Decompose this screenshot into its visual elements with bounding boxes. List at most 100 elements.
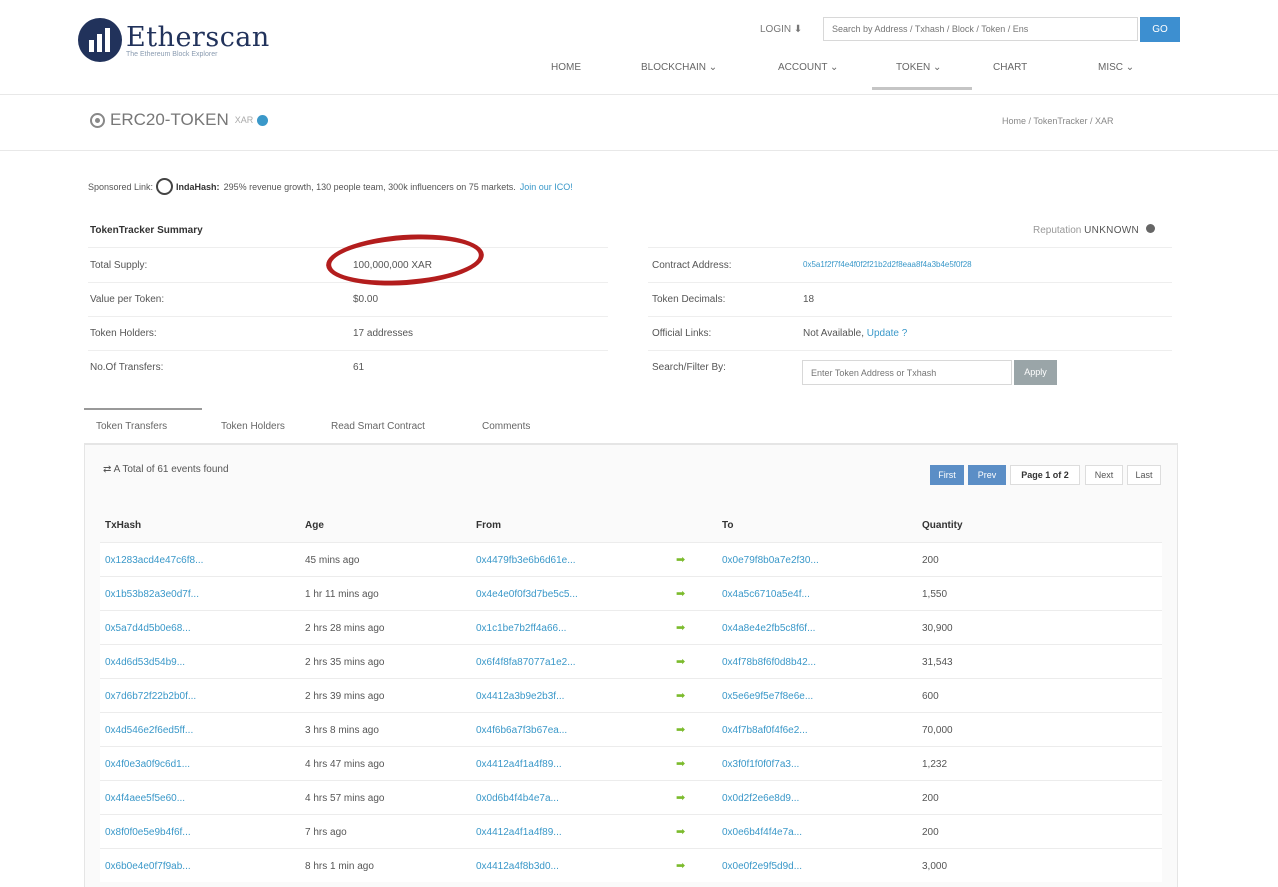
tx-hash-link[interactable]: 0x1283acd4e47c6f8... bbox=[105, 555, 203, 566]
search-input[interactable] bbox=[823, 17, 1138, 41]
divider bbox=[648, 282, 1172, 283]
summary-title: TokenTracker Summary bbox=[90, 225, 203, 236]
tx-hash-link[interactable]: 0x8f0f0e5e9b4f6f... bbox=[105, 827, 191, 838]
sponsor-text: 295% revenue growth, 130 people team, 30… bbox=[223, 181, 516, 192]
official-links-value: Not Available, Update ? bbox=[803, 328, 907, 339]
table-row: 0x4f4aee5f5e60... 4 hrs 57 mins ago 0x0d… bbox=[100, 780, 1162, 814]
transfer-arrow-icon: ➡ bbox=[676, 758, 686, 770]
tx-hash-link[interactable]: 0x1b53b82a3e0d7f... bbox=[105, 589, 199, 600]
value-per-token-label: Value per Token: bbox=[90, 294, 165, 305]
tx-age: 8 hrs 1 min ago bbox=[305, 861, 374, 872]
quantity: 200 bbox=[922, 827, 939, 838]
from-address-link[interactable]: 0x4e4e0f0f3d7be5c5... bbox=[476, 589, 578, 600]
tx-age: 4 hrs 47 mins ago bbox=[305, 759, 385, 770]
first-page-button[interactable]: First bbox=[930, 465, 964, 485]
from-address-link[interactable]: 0x0d6b4f4b4e7a... bbox=[476, 793, 559, 804]
to-address-link[interactable]: 0x0e79f8b0a7e2f30... bbox=[722, 555, 819, 566]
tx-hash-link[interactable]: 0x7d6b72f22b2b0f... bbox=[105, 691, 196, 702]
token-decimals-label: Token Decimals: bbox=[652, 294, 726, 305]
reputation-info-icon[interactable] bbox=[1145, 224, 1155, 233]
total-supply-label: Total Supply: bbox=[90, 260, 148, 271]
tx-hash-link[interactable]: 0x4f4aee5f5e60... bbox=[105, 793, 185, 804]
from-address-link[interactable]: 0x1c1be7b2ff4a66... bbox=[476, 623, 566, 634]
from-address-link[interactable]: 0x4412a4f1a4f89... bbox=[476, 827, 562, 838]
to-address-link[interactable]: 0x4f7b8af0f4f6e2... bbox=[722, 725, 808, 736]
nav-active-indicator bbox=[872, 87, 972, 90]
divider bbox=[648, 247, 1172, 248]
from-address-link[interactable]: 0x4f6b6a7f3b67ea... bbox=[476, 725, 567, 736]
login-link[interactable]: LOGIN ⬇ bbox=[760, 24, 802, 35]
from-address-link[interactable]: 0x4479fb3e6b6d61e... bbox=[476, 555, 576, 566]
col-to: To bbox=[722, 520, 734, 531]
to-address-link[interactable]: 0x4a8e4e2fb5c8f6f... bbox=[722, 623, 815, 634]
table-row: 0x1b53b82a3e0d7f... 1 hr 11 mins ago 0x4… bbox=[100, 576, 1162, 610]
update-link[interactable]: Update ? bbox=[867, 328, 908, 339]
from-address-link[interactable]: 0x4412a4f1a4f89... bbox=[476, 759, 562, 770]
quantity: 1,550 bbox=[922, 589, 948, 600]
nav-misc[interactable]: MISC ⌄ bbox=[1098, 62, 1134, 73]
from-address-link[interactable]: 0x4412a4f8b3d0... bbox=[476, 861, 559, 872]
tx-hash-link[interactable]: 0x5a7d4d5b0e68... bbox=[105, 623, 191, 634]
tx-hash-link[interactable]: 0x6b0e4e0f7f9ab... bbox=[105, 861, 191, 872]
table-row: 0x4f0e3a0f9c6d1... 4 hrs 47 mins ago 0x4… bbox=[100, 746, 1162, 780]
to-address-link[interactable]: 0x5e6e9f5e7f8e6e... bbox=[722, 691, 813, 702]
from-address-link[interactable]: 0x4412a3b9e2b3f... bbox=[476, 691, 564, 702]
token-holders-value: 17 addresses bbox=[353, 328, 414, 339]
to-address-link[interactable]: 0x3f0f1f0f0f7a3... bbox=[722, 759, 799, 770]
transfer-arrow-icon: ➡ bbox=[676, 554, 686, 566]
transfer-arrow-icon: ➡ bbox=[676, 860, 686, 872]
divider bbox=[88, 350, 608, 351]
col-quantity: Quantity bbox=[922, 520, 963, 531]
page-indicator: Page 1 of 2 bbox=[1010, 465, 1080, 485]
etherscan-logo[interactable]: Etherscan The Ethereum Block Explorer bbox=[78, 18, 270, 62]
last-page-button[interactable]: Last bbox=[1127, 465, 1161, 485]
to-address-link[interactable]: 0x0d2f2e6e8d9... bbox=[722, 793, 799, 804]
token-decimals-value: 18 bbox=[803, 294, 815, 305]
to-address-link[interactable]: 0x0e0f2e9f5d9d... bbox=[722, 861, 802, 872]
tx-hash-link[interactable]: 0x4d546e2f6ed5ff... bbox=[105, 725, 193, 736]
to-address-link[interactable]: 0x0e6b4f4f4e7a... bbox=[722, 827, 802, 838]
tx-hash-link[interactable]: 0x4f0e3a0f9c6d1... bbox=[105, 759, 190, 770]
tab-token-transfers[interactable]: Token Transfers bbox=[96, 421, 167, 432]
next-page-button[interactable]: Next bbox=[1085, 465, 1123, 485]
search-go-button[interactable]: GO bbox=[1140, 17, 1180, 42]
col-txhash: TxHash bbox=[105, 520, 142, 531]
transfers-count-value: 61 bbox=[353, 362, 365, 373]
contract-address-link[interactable]: 0x5a1f2f7f4e4f0f2f21b2d2f8eaa8f4a3b4e5f0… bbox=[803, 260, 972, 269]
to-address-link[interactable]: 0x4a5c6710a5e4f... bbox=[722, 589, 810, 600]
quantity: 3,000 bbox=[922, 861, 948, 872]
quantity: 70,000 bbox=[922, 725, 953, 736]
tx-hash-link[interactable]: 0x4d6d53d54b9... bbox=[105, 657, 185, 668]
apply-button[interactable]: Apply bbox=[1014, 360, 1057, 385]
tx-age: 3 hrs 8 mins ago bbox=[305, 725, 379, 736]
quantity: 30,900 bbox=[922, 623, 953, 634]
token-holders-label: Token Holders: bbox=[90, 328, 157, 339]
nav-chart[interactable]: CHART bbox=[993, 62, 1027, 73]
prev-page-button[interactable]: Prev bbox=[968, 465, 1006, 485]
nav-blockchain[interactable]: BLOCKCHAIN ⌄ bbox=[641, 62, 717, 73]
tab-read-contract[interactable]: Read Smart Contract bbox=[331, 421, 425, 432]
table-row: 0x8f0f0e5e9b4f6f... 7 hrs ago 0x4412a4f1… bbox=[100, 814, 1162, 848]
official-links-label: Official Links: bbox=[652, 328, 712, 339]
token-symbol: XAR bbox=[234, 115, 254, 125]
events-total: ⇄ A Total of 61 events found bbox=[103, 464, 229, 475]
nav-home[interactable]: HOME bbox=[551, 62, 581, 73]
transfer-arrow-icon: ➡ bbox=[676, 690, 686, 702]
sponsored-label: Sponsored Link: bbox=[88, 181, 154, 192]
token-filter-input[interactable] bbox=[802, 360, 1012, 385]
from-address-link[interactable]: 0x6f4f8fa87077a1e2... bbox=[476, 657, 576, 668]
tx-age: 4 hrs 57 mins ago bbox=[305, 793, 385, 804]
to-address-link[interactable]: 0x4f78b8f6f0d8b42... bbox=[722, 657, 816, 668]
sponsor-link[interactable]: Join our ICO! bbox=[520, 182, 573, 192]
nav-account[interactable]: ACCOUNT ⌄ bbox=[778, 62, 838, 73]
breadcrumb[interactable]: Home / TokenTracker / XAR bbox=[1002, 116, 1114, 126]
contract-address-label: Contract Address: bbox=[652, 260, 732, 271]
tab-token-holders[interactable]: Token Holders bbox=[221, 421, 285, 432]
tab-comments[interactable]: Comments bbox=[482, 421, 530, 432]
page-title: ERC20-TOKEN XAR bbox=[90, 110, 269, 130]
value-per-token-value: $0.00 bbox=[353, 294, 379, 305]
nav-token[interactable]: TOKEN ⌄ bbox=[896, 62, 941, 73]
reputation-value: UNKNOWN bbox=[1084, 225, 1140, 236]
info-icon[interactable] bbox=[257, 114, 269, 126]
quantity: 200 bbox=[922, 555, 939, 566]
